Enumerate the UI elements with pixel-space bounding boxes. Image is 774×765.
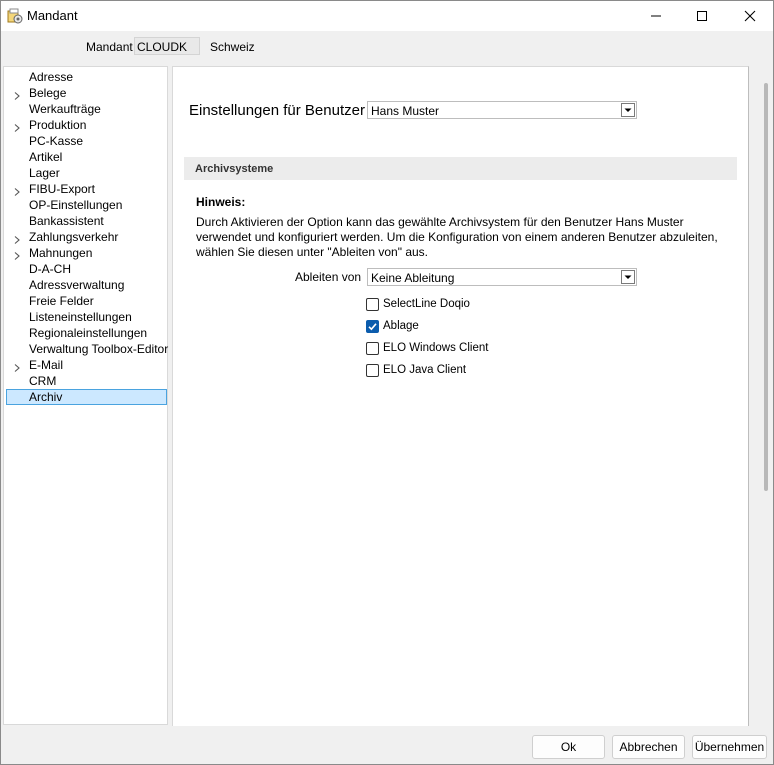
app-icon: [7, 8, 23, 24]
option-label: ELO Windows Client: [383, 342, 489, 354]
chevron-right-icon[interactable]: [13, 361, 21, 372]
minimize-button[interactable]: [633, 1, 679, 31]
tree-item[interactable]: Mahnungen: [6, 245, 167, 261]
chevron-right-icon[interactable]: [13, 249, 21, 260]
tree-item-label: Freie Felder: [29, 294, 94, 308]
user-select-value: Hans Muster: [371, 104, 440, 118]
option-label: ELO Java Client: [383, 364, 467, 376]
tree-item[interactable]: Listeneinstellungen: [6, 309, 167, 325]
chevron-right-icon[interactable]: [13, 185, 21, 196]
tree-item-label: Zahlungsverkehr: [29, 230, 119, 244]
tree-item-label: Lager: [29, 166, 60, 180]
tree-item-label: OP-Einstellungen: [29, 198, 123, 212]
ok-button[interactable]: Ok: [532, 735, 605, 759]
tree-item-label: Regionaleinstellungen: [29, 326, 148, 340]
tree-item-label: FIBU-Export: [29, 182, 96, 196]
tree-item-label: Mahnungen: [29, 246, 93, 260]
tree-item-label: Werkaufträge: [29, 102, 101, 116]
tree-item[interactable]: Verwaltung Toolbox-Editor: [6, 341, 169, 357]
tree-item-label: CRM: [29, 374, 57, 388]
minimize-icon: [651, 15, 661, 17]
close-icon: [744, 10, 756, 22]
tree-item-label: Verwaltung Toolbox-Editor: [29, 342, 169, 356]
tree-item-label: Listeneinstellungen: [29, 310, 132, 324]
hint-text: Durch Aktivieren der Option kann das gew…: [196, 215, 718, 259]
tree-item[interactable]: Zahlungsverkehr: [6, 229, 167, 245]
tree-item[interactable]: Regionaleinstellungen: [6, 325, 167, 341]
chevron-down-icon: [621, 270, 635, 284]
apply-button[interactable]: Übernehmen: [692, 735, 767, 759]
check-icon: [368, 323, 377, 331]
tree-item-label: Archiv: [29, 390, 63, 404]
mandant-description: Schweiz: [210, 40, 255, 54]
cancel-button[interactable]: Abbrechen: [612, 735, 685, 759]
tree-item[interactable]: CRM: [6, 373, 167, 389]
tree-item-label: Bankassistent: [29, 214, 104, 228]
tree-item-label: Belege: [29, 86, 67, 100]
tree-item[interactable]: D-A-CH: [6, 261, 167, 277]
tree-item[interactable]: Lager: [6, 165, 167, 181]
tree-item-label: PC-Kasse: [29, 134, 84, 148]
tree-item-label: D-A-CH: [29, 262, 71, 276]
tree-item[interactable]: Werkaufträge: [6, 101, 167, 117]
mandant-label: Mandant: [86, 40, 133, 54]
title-bar: Mandant: [1, 1, 773, 31]
tree-item[interactable]: E-Mail: [6, 357, 167, 373]
mandant-dialog: Mandant Mandant CLOUDK Schweiz Adresse Be…: [0, 0, 774, 765]
tree-item[interactable]: PC-Kasse: [6, 133, 167, 149]
chevron-right-icon[interactable]: [13, 233, 21, 244]
tree-item[interactable]: Adresse: [6, 69, 167, 85]
tree-item[interactable]: OP-Einstellungen: [6, 197, 167, 213]
checkbox-checked[interactable]: [366, 320, 379, 333]
chevron-right-icon[interactable]: [13, 89, 21, 100]
section-title: Archivsysteme: [195, 163, 274, 175]
tree-item-label: Artikel: [29, 150, 63, 164]
close-button[interactable]: [727, 1, 773, 31]
maximize-button[interactable]: [679, 1, 725, 31]
mandant-field: CLOUDK: [134, 37, 200, 55]
tree-item[interactable]: FIBU-Export: [6, 181, 167, 197]
option-label: SelectLine Doqio: [383, 298, 470, 310]
tree-item[interactable]: Archiv: [6, 389, 167, 405]
ableiten-label: Ableiten von: [295, 270, 362, 284]
tree-item-label: Adresse: [29, 70, 74, 84]
maximize-icon: [697, 11, 707, 21]
section-archivsysteme: Archivsysteme: [184, 157, 737, 180]
hint-title: Hinweis:: [196, 195, 246, 209]
tree-item-label: Adressverwaltung: [29, 278, 125, 292]
window-title: Mandant: [27, 8, 78, 23]
user-settings-label: Einstellungen für Benutzer: [189, 102, 365, 119]
chevron-right-icon[interactable]: [13, 121, 21, 132]
tree-item[interactable]: Belege: [6, 85, 167, 101]
ableiten-select-value: Keine Ableitung: [371, 271, 455, 285]
ableiten-select[interactable]: Keine Ableitung: [367, 268, 637, 286]
checkbox[interactable]: [366, 298, 379, 311]
tree-item[interactable]: Freie Felder: [6, 293, 167, 309]
option-label: Ablage: [383, 320, 419, 332]
checkbox[interactable]: [366, 342, 379, 355]
checkbox[interactable]: [366, 364, 379, 377]
tree-item[interactable]: Adressverwaltung: [6, 277, 167, 293]
panel-scrollbar[interactable]: [764, 83, 768, 491]
tree-item[interactable]: Artikel: [6, 149, 167, 165]
tree-item[interactable]: Bankassistent: [6, 213, 167, 229]
tree-item-label: E-Mail: [29, 358, 64, 372]
user-select[interactable]: Hans Muster: [367, 101, 637, 119]
settings-tree: Adresse Belege Werkaufträge Produktion PC-Ka…: [3, 66, 168, 725]
chevron-down-icon: [621, 103, 635, 117]
tree-item-label: Produktion: [29, 118, 87, 132]
tree-item[interactable]: Produktion: [6, 117, 167, 133]
